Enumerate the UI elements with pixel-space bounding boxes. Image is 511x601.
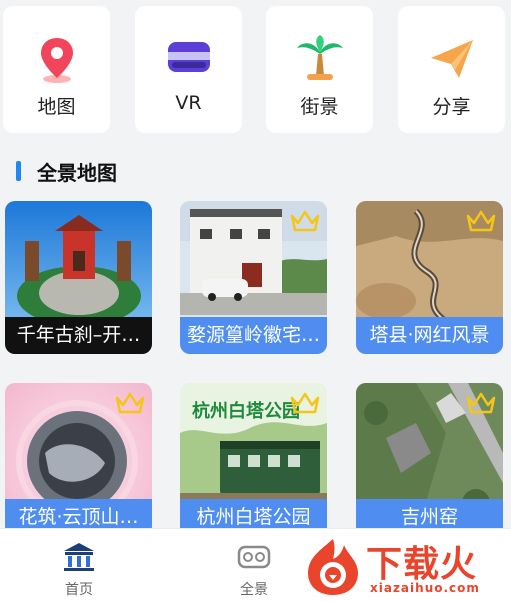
map-pin-icon <box>40 38 73 83</box>
home-museum-icon <box>64 543 94 571</box>
panorama-card[interactable]: 花筑·云顶山… <box>5 383 152 536</box>
premium-crown-icon <box>466 210 496 232</box>
quick-actions: 地图 VR 街景 分享 <box>3 6 508 133</box>
panorama-card[interactable]: 千年古刹–开… <box>5 201 152 354</box>
section-accent-bar <box>16 161 21 181</box>
premium-crown-icon <box>290 210 320 232</box>
quick-action-label: VR <box>175 92 202 114</box>
panorama-card[interactable]: 杭州白塔公园 杭州白塔公园 <box>180 383 327 536</box>
tab-label: 首页 <box>65 582 93 598</box>
panorama-card[interactable]: 吉州窑 <box>356 383 503 536</box>
vr-goggles-icon <box>237 545 271 569</box>
quick-action-share[interactable]: 分享 <box>398 6 505 133</box>
section-title: 全景地图 <box>37 160 117 185</box>
vr-headset-icon <box>167 42 210 72</box>
quick-action-label: 分享 <box>432 96 471 118</box>
tab-home[interactable]: 首页 <box>19 529 139 601</box>
panorama-title: 婺源篁岭徽宅… <box>180 317 327 354</box>
quick-action-street-view[interactable]: 街景 <box>266 6 373 133</box>
park-sign-text: 杭州白塔公园 <box>192 400 300 422</box>
panorama-title: 塔县·网红风景 <box>356 317 503 354</box>
flame-logo-icon <box>308 539 358 595</box>
watermark: 下载火 xiazaihuo.com <box>300 531 511 601</box>
panorama-grid: 千年古刹–开… 婺源篁岭徽宅… 塔县·网红风景 花筑·云顶山… 杭州白塔公园 杭… <box>5 201 503 536</box>
quick-action-label: 街景 <box>300 96 339 118</box>
quick-action-vr[interactable]: VR <box>135 6 242 133</box>
watermark-url: xiazaihuo.com <box>370 581 480 595</box>
premium-crown-icon <box>290 392 320 414</box>
section-header: 全景地图 <box>16 159 117 185</box>
quick-action-map[interactable]: 地图 <box>3 6 110 133</box>
palm-tree-icon <box>296 35 343 80</box>
panorama-card[interactable]: 婺源篁岭徽宅… <box>180 201 327 354</box>
premium-crown-icon <box>115 392 145 414</box>
premium-crown-icon <box>466 392 496 414</box>
panorama-title: 千年古刹–开… <box>5 317 152 354</box>
tab-label: 全景 <box>240 582 268 598</box>
paper-plane-icon <box>430 40 473 78</box>
watermark-text: 下载火 <box>366 544 478 585</box>
panorama-card[interactable]: 塔县·网红风景 <box>356 201 503 354</box>
tab-panorama[interactable]: 全景 <box>194 529 314 601</box>
quick-action-label: 地图 <box>37 96 76 118</box>
